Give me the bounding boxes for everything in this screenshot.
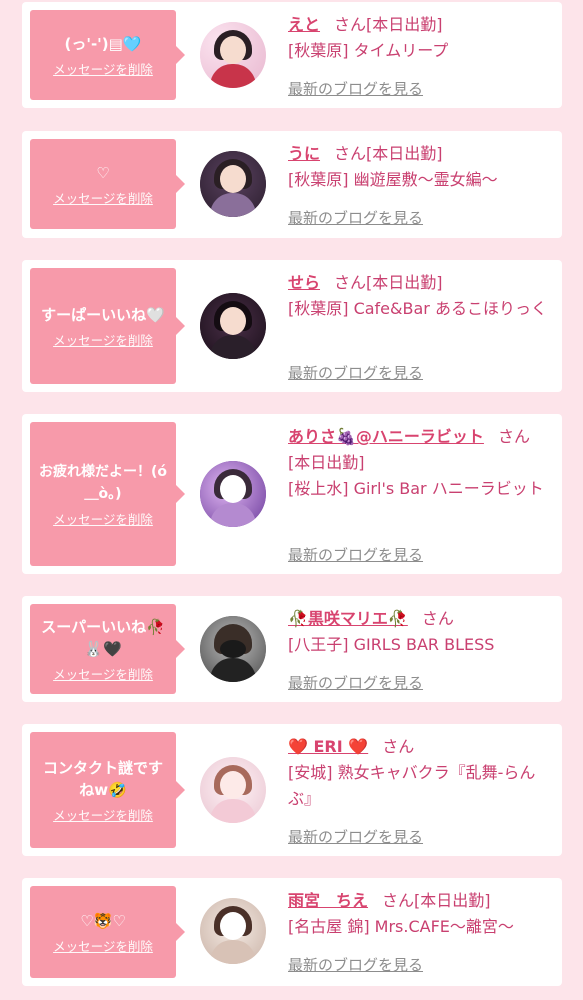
shop-name: [秋葉原] タイムリープ [288, 41, 449, 60]
shop-name: [名古屋 錦] Mrs.CAFE〜離宮〜 [288, 917, 514, 936]
shop-name: [秋葉原] Cafe&Bar あるこほりっく [288, 299, 547, 318]
message-text: すーぱーいいね🤍 [41, 305, 165, 324]
view-blog-link[interactable]: 最新のブログを見る [288, 78, 423, 99]
status-text: [本日出勤] [366, 273, 443, 292]
view-blog-link[interactable]: 最新のブログを見る [288, 826, 423, 847]
delete-message-link[interactable]: メッセージを削除 [53, 936, 153, 955]
delete-message-link[interactable]: メッセージを削除 [53, 664, 153, 683]
view-blog-link[interactable]: 最新のブログを見る [288, 207, 423, 228]
message-card: ♡🐯♡ メッセージを削除 雨宮 ちえ さん[本日出勤] [名古屋 錦] Mrs.C… [22, 878, 562, 986]
view-blog-link[interactable]: 最新のブログを見る [288, 954, 423, 975]
avatar[interactable] [200, 898, 266, 964]
cast-name-link[interactable]: 雨宮 ちえ [288, 891, 368, 910]
avatar[interactable] [200, 151, 266, 217]
view-blog-link[interactable]: 最新のブログを見る [288, 544, 423, 565]
honorific: さん [421, 609, 454, 628]
avatar[interactable] [200, 616, 266, 682]
message-card: お疲れ様だよー！(ó＿ò。) メッセージを削除 ありさ🍇@ハニーラビット さん [… [22, 414, 562, 574]
cast-info: 雨宮 ちえ さん[本日出勤] [名古屋 錦] Mrs.CAFE〜離宮〜 [288, 888, 554, 940]
delete-message-link[interactable]: メッセージを削除 [53, 805, 153, 824]
shop-name: [秋葉原] 幽遊屋敷〜霊女編〜 [288, 170, 498, 189]
honorific: さん [382, 737, 415, 756]
cast-info: ありさ🍇@ハニーラビット さん [本日出勤] [桜上水] Girl's Bar ハ… [288, 424, 554, 502]
message-bubble: ♡🐯♡ メッセージを削除 [30, 886, 185, 978]
message-text: スーパーいいね🥀🐰🖤 [41, 617, 165, 658]
message-text: コンタクト謎ですねw🤣 [42, 758, 163, 799]
delete-message-link[interactable]: メッセージを削除 [53, 59, 153, 78]
message-bubble: すーぱーいいね🤍 メッセージを削除 [30, 268, 185, 384]
message-card: コンタクト謎ですねw🤣 メッセージを削除 ❤️ ERI ❤️ さん [安城] 熟女… [22, 724, 562, 856]
status-text: [本日出勤] [366, 144, 443, 163]
avatar[interactable] [200, 22, 266, 88]
cast-info: えと さん[本日出勤] [秋葉原] タイムリープ [288, 12, 554, 64]
avatar[interactable] [200, 461, 266, 527]
cast-name-link[interactable]: ❤️ ERI ❤️ [288, 737, 368, 756]
message-text: お疲れ様だよー！(ó＿ò。) [38, 463, 168, 502]
delete-message-link[interactable]: メッセージを削除 [53, 330, 153, 349]
cast-name-link[interactable]: ありさ🍇@ハニーラビット [288, 427, 484, 446]
shop-name: [八王子] GIRLS BAR BLESS [288, 635, 495, 654]
message-bubble: ♡ メッセージを削除 [30, 139, 185, 229]
view-blog-link[interactable]: 最新のブログを見る [288, 672, 423, 693]
cast-info: 🥀黒咲マリエ🥀 さん [八王子] GIRLS BAR BLESS [288, 606, 554, 658]
view-blog-link[interactable]: 最新のブログを見る [288, 362, 423, 383]
honorific: さん [382, 891, 415, 910]
honorific: さん [497, 427, 530, 446]
avatar[interactable] [200, 293, 266, 359]
message-text: ♡🐯♡ [80, 911, 126, 930]
message-text: (っ'-')▤🩵 [64, 34, 142, 53]
avatar[interactable] [200, 757, 266, 823]
status-text: [本日出勤] [366, 15, 443, 34]
shop-name: [桜上水] Girl's Bar ハニーラビット [288, 479, 544, 498]
delete-message-link[interactable]: メッセージを削除 [53, 188, 153, 207]
shop-name: [安城] 熟女キャバクラ『乱舞-らんぶ』 [288, 763, 536, 808]
message-bubble: コンタクト謎ですねw🤣 メッセージを削除 [30, 732, 185, 848]
message-card: (っ'-')▤🩵 メッセージを削除 えと さん[本日出勤] [秋葉原] タイムリー… [22, 2, 562, 108]
cast-info: うに さん[本日出勤] [秋葉原] 幽遊屋敷〜霊女編〜 [288, 141, 554, 193]
message-text: ♡ [96, 163, 110, 182]
message-card: ♡ メッセージを削除 うに さん[本日出勤] [秋葉原] 幽遊屋敷〜霊女編〜 最新… [22, 131, 562, 238]
message-bubble: (っ'-')▤🩵 メッセージを削除 [30, 10, 185, 100]
cast-name-link[interactable]: せら [288, 273, 320, 292]
status-text: [本日出勤] [414, 891, 491, 910]
cast-info: せら さん[本日出勤] [秋葉原] Cafe&Bar あるこほりっく [288, 270, 554, 322]
delete-message-link[interactable]: メッセージを削除 [53, 509, 153, 528]
status-text: [本日出勤] [288, 453, 365, 472]
message-card: スーパーいいね🥀🐰🖤 メッセージを削除 🥀黒咲マリエ🥀 さん [八王子] GIRL… [22, 596, 562, 702]
honorific: さん [334, 15, 367, 34]
cast-name-link[interactable]: うに [288, 144, 320, 163]
message-card: すーぱーいいね🤍 メッセージを削除 せら さん[本日出勤] [秋葉原] Cafe&… [22, 260, 562, 392]
honorific: さん [334, 144, 367, 163]
cast-name-link[interactable]: えと [288, 15, 320, 34]
cast-name-link[interactable]: 🥀黒咲マリエ🥀 [288, 609, 408, 628]
message-bubble: スーパーいいね🥀🐰🖤 メッセージを削除 [30, 604, 185, 694]
message-bubble: お疲れ様だよー！(ó＿ò。) メッセージを削除 [30, 422, 185, 566]
cast-info: ❤️ ERI ❤️ さん [安城] 熟女キャバクラ『乱舞-らんぶ』 [288, 734, 554, 812]
honorific: さん [334, 273, 367, 292]
